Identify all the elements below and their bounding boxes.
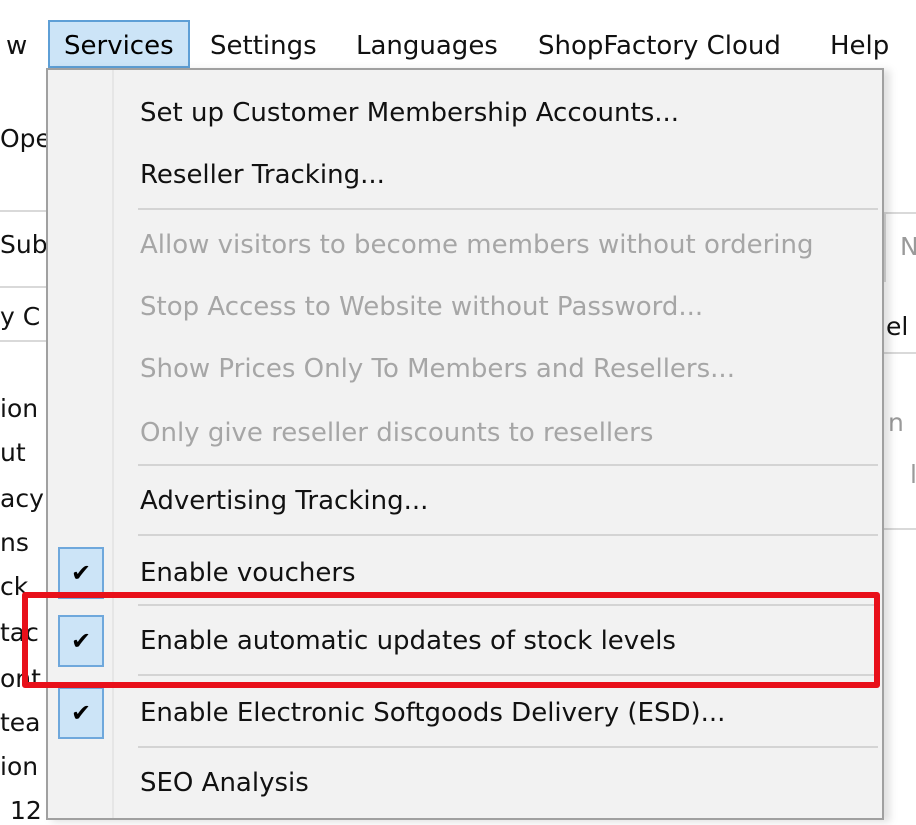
menu-item-stop-access: Stop Access to Website without Password.… [48, 278, 882, 336]
menu-item-label: Allow visitors to become members without… [140, 230, 814, 260]
menu-item-label: Reseller Tracking... [140, 160, 385, 190]
bg-list-item[interactable]: ut [0, 438, 26, 467]
menu-help[interactable]: Help [830, 24, 889, 68]
menu-languages[interactable]: Languages [356, 24, 498, 68]
menu-item-seo-analysis[interactable]: SEO Analysis [48, 754, 882, 812]
bg-list-item[interactable]: tea [0, 708, 41, 737]
menu-item-label: Advertising Tracking... [140, 486, 429, 516]
bg-label: n [888, 408, 904, 437]
menu-separator [138, 208, 878, 210]
menu-separator [138, 746, 878, 748]
checkmark-icon: ✔ [58, 687, 104, 739]
menu-item-label: Enable vouchers [140, 558, 356, 588]
bg-divider [0, 210, 46, 212]
bg-list-item[interactable]: ns [0, 528, 29, 557]
menu-item-label: Show Prices Only To Members and Reseller… [140, 354, 735, 384]
menu-item-label: Enable Electronic Softgoods Delivery (ES… [140, 698, 726, 728]
bg-tab-label[interactable]: Sub [0, 230, 48, 259]
menu-separator [138, 534, 878, 536]
bg-divider [0, 340, 46, 342]
annotation-highlight-box [22, 592, 880, 688]
menu-item-advertising-tracking[interactable]: Advertising Tracking... [48, 472, 882, 530]
menu-item-label: Stop Access to Website without Password.… [140, 292, 704, 322]
menu-item-customer-membership[interactable]: Set up Customer Membership Accounts... [48, 84, 882, 142]
menu-item-label: Set up Customer Membership Accounts... [140, 98, 680, 128]
menu-view-partial[interactable]: w [6, 24, 27, 68]
bg-list-item[interactable]: acy [0, 484, 44, 513]
bg-list-item[interactable]: ion [0, 752, 38, 781]
bg-list-item[interactable]: ion [0, 394, 38, 423]
bg-label: N [900, 232, 916, 261]
menu-item-label: SEO Analysis [140, 768, 309, 798]
bg-label: l [910, 460, 916, 489]
menu-shopfactory-cloud[interactable]: ShopFactory Cloud [538, 24, 781, 68]
bg-divider [0, 286, 46, 288]
bg-label: Ope [0, 124, 51, 153]
bg-list-item[interactable]: 12 [10, 796, 42, 825]
menu-item-reseller-discounts: Only give reseller discounts to reseller… [48, 404, 882, 462]
menu-item-show-prices: Show Prices Only To Members and Reseller… [48, 340, 882, 398]
services-dropdown-menu: Set up Customer Membership Accounts... R… [46, 68, 884, 820]
menu-services[interactable]: Services [48, 20, 190, 68]
menu-item-label: Only give reseller discounts to reseller… [140, 418, 654, 448]
bg-column-header: y C [0, 302, 41, 331]
menu-separator [138, 464, 878, 466]
menu-settings[interactable]: Settings [210, 24, 317, 68]
menu-item-reseller-tracking[interactable]: Reseller Tracking... [48, 146, 882, 204]
menu-item-enable-esd[interactable]: ✔ Enable Electronic Softgoods Delivery (… [48, 684, 882, 742]
menu-item-allow-visitors-members: Allow visitors to become members without… [48, 216, 882, 274]
